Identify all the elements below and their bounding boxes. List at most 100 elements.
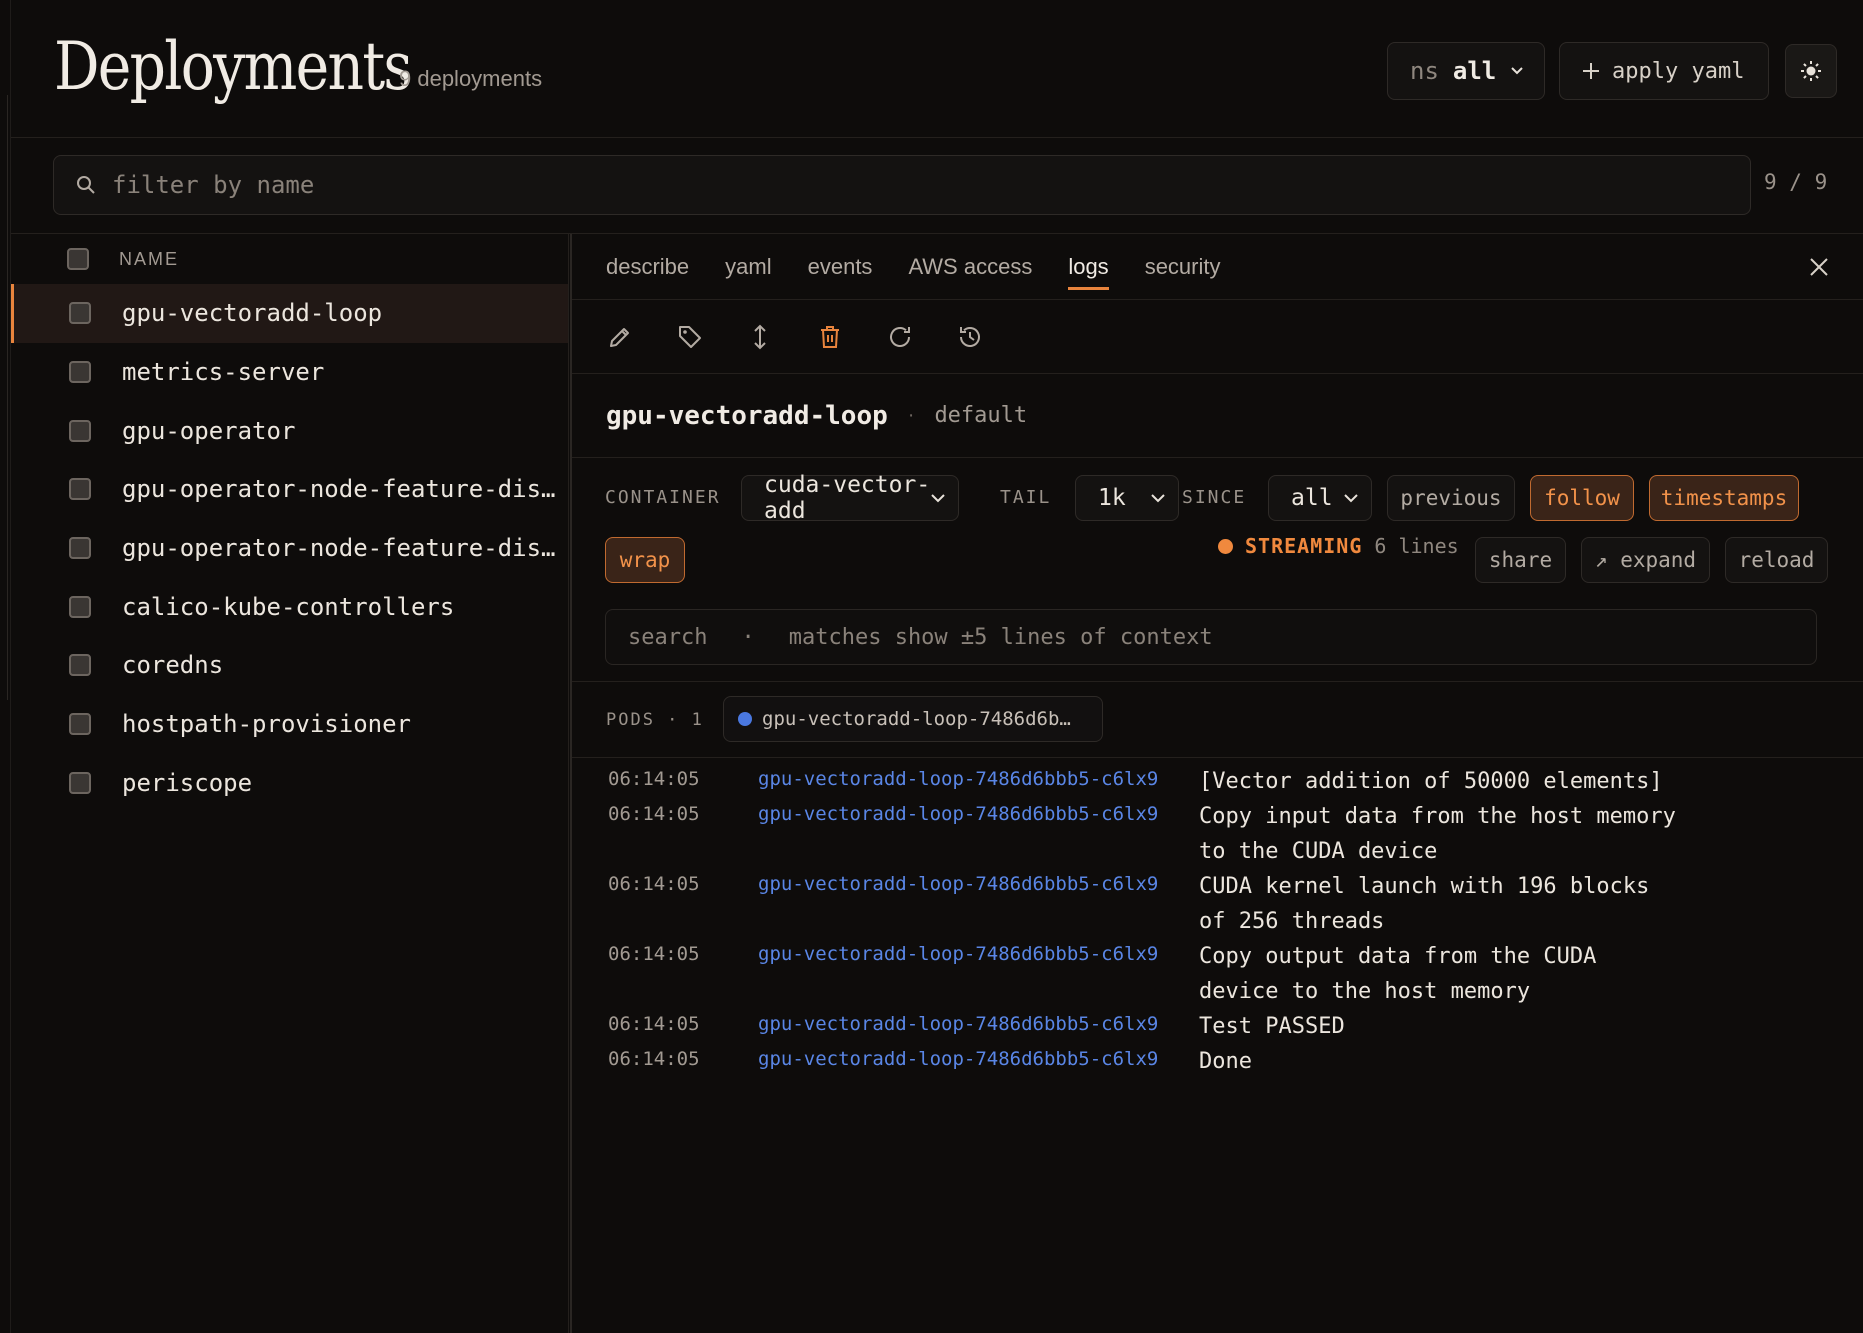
log-line: 06:14:05 gpu-vectoradd-loop-7486d6bbb5-c6… [572,1044,1863,1079]
tail-select[interactable]: 1k [1075,475,1179,521]
log-search-hint: matches show ±5 lines of context [788,624,1213,650]
row-checkbox[interactable] [69,302,91,325]
app-frame: Deployments 9 deployments ns all apply y… [10,0,1863,1333]
log-timestamp: 06:14:05 [608,873,700,895]
log-line: 06:14:05 gpu-vectoradd-loop-7486d6bbb5-c6… [572,869,1863,939]
follow-toggle[interactable]: follow [1530,475,1634,521]
restart-button[interactable] [886,323,914,351]
plus-icon [1583,63,1599,79]
tab-aws-access[interactable]: AWS access [908,234,1032,300]
close-icon[interactable] [1806,254,1832,280]
pods-bar: PODS · 1 gpu-vectoradd-loop-7486d6b… [572,682,1863,758]
share-button[interactable]: share [1475,537,1566,583]
page-title: Deployments [54,28,413,105]
resource-header: gpu-vectoradd-loop · default [572,374,1863,458]
list-header: NAME [11,234,568,284]
filter-input[interactable] [112,171,1672,199]
page-header: Deployments 9 deployments ns all apply y… [11,0,1863,138]
log-pod-link[interactable]: gpu-vectoradd-loop-7486d6bbb5-c6lx9 [758,873,1158,895]
row-checkbox[interactable] [69,595,91,618]
chevron-down-icon [1511,67,1523,75]
ns-value: all [1452,57,1497,85]
scale-button[interactable] [746,323,774,351]
log-line: 06:14:05 gpu-vectoradd-loop-7486d6bbb5-c6… [572,764,1863,799]
row-checkbox[interactable] [69,771,91,794]
row-checkbox[interactable] [69,537,91,560]
expand-button[interactable]: ↗ expand [1581,537,1710,583]
pod-chip-label: gpu-vectoradd-loop-7486d6b… [762,708,1071,730]
list-item[interactable]: calico-kube-controllers [11,577,568,636]
list-item[interactable]: gpu-operator-node-feature-disco… [11,519,568,578]
tab-logs[interactable]: logs [1068,234,1110,300]
log-search-input[interactable]: search · matches show ±5 lines of contex… [605,609,1817,665]
container-value: cuda-vector-add [764,472,931,524]
row-checkbox[interactable] [69,713,91,736]
list-item[interactable]: hostpath-provisioner [11,695,568,754]
tab-security[interactable]: security [1145,234,1221,300]
container-label: CONTAINER [605,487,721,508]
delete-button[interactable] [816,323,844,351]
container-select[interactable]: cuda-vector-add [741,472,959,524]
restart-icon [890,326,910,347]
list-item[interactable]: gpu-operator-node-feature-disco… [11,460,568,519]
tab-events[interactable]: events [808,234,873,300]
wrap-toggle[interactable]: wrap [605,537,685,583]
row-checkbox[interactable] [69,419,91,442]
log-pod-link[interactable]: gpu-vectoradd-loop-7486d6bbb5-c6lx9 [758,1048,1158,1070]
sun-icon [1801,61,1821,81]
history-button[interactable] [956,323,984,351]
since-label: SINCE [1182,487,1247,508]
chevron-down-icon [1344,494,1358,503]
previous-toggle[interactable]: previous [1387,475,1515,521]
deployment-name: gpu-operator-node-feature-disco… [122,534,562,563]
deployment-name: hostpath-provisioner [122,710,411,739]
list-item[interactable]: gpu-operator [11,401,568,460]
name-column-header: NAME [119,248,180,269]
tab-describe[interactable]: describe [606,234,689,300]
log-message: Test PASSED [1199,1014,1345,1039]
detail-tabs: describe yaml events AWS access logs sec… [572,234,1863,300]
row-checkbox[interactable] [69,478,91,501]
row-checkbox[interactable] [69,361,91,384]
log-line: 06:14:05 gpu-vectoradd-loop-7486d6bbb5-c6… [572,1009,1863,1044]
tab-yaml[interactable]: yaml [725,234,771,300]
ns-label: ns [1410,57,1439,85]
pod-chip[interactable]: gpu-vectoradd-loop-7486d6b… [723,696,1103,742]
deployment-name: coredns [122,651,224,680]
log-pod-link[interactable]: gpu-vectoradd-loop-7486d6bbb5-c6lx9 [758,768,1158,790]
log-line: 06:14:05 gpu-vectoradd-loop-7486d6bbb5-c6… [572,799,1863,869]
deployment-name: gpu-vectoradd-loop [122,299,383,328]
deployment-name: calico-kube-controllers [122,592,455,621]
reload-button[interactable]: reload [1725,537,1828,583]
apply-yaml-label: apply yaml [1612,58,1745,84]
log-search-separator: · [741,624,755,650]
left-rail [0,95,8,700]
list-item[interactable]: gpu-vectoradd-loop [11,284,568,343]
log-pod-link[interactable]: gpu-vectoradd-loop-7486d6bbb5-c6lx9 [758,943,1158,965]
timestamps-toggle[interactable]: timestamps [1649,475,1799,521]
list-item[interactable]: coredns [11,636,568,695]
tail-label: TAIL [1000,487,1052,508]
deployment-name: gpu-operator [122,416,296,445]
edit-button[interactable] [606,323,634,351]
select-all-checkbox[interactable] [67,248,89,270]
log-timestamp: 06:14:05 [608,768,700,790]
delete-icon [821,325,839,348]
detail-panel: describe yaml events AWS access logs sec… [570,234,1863,1333]
log-pod-link[interactable]: gpu-vectoradd-loop-7486d6bbb5-c6lx9 [758,1013,1158,1035]
log-timestamp: 06:14:05 [608,943,700,965]
label-button[interactable] [676,323,704,351]
log-pod-link[interactable]: gpu-vectoradd-loop-7486d6bbb5-c6lx9 [758,803,1158,825]
since-select[interactable]: all [1268,475,1372,521]
log-message: CUDA kernel launch with 196 blocks of 25… [1199,874,1650,934]
log-message: Done [1199,1049,1252,1074]
chevron-down-icon [1151,494,1165,503]
list-item[interactable]: metrics-server [11,343,568,402]
search-icon [77,176,95,194]
namespace-select[interactable]: ns all [1387,42,1545,100]
list-item[interactable]: periscope [11,754,568,813]
theme-toggle-button[interactable] [1785,44,1837,98]
streaming-label: STREAMING [1245,534,1363,558]
row-checkbox[interactable] [69,654,91,677]
apply-yaml-button[interactable]: apply yaml [1559,42,1769,100]
